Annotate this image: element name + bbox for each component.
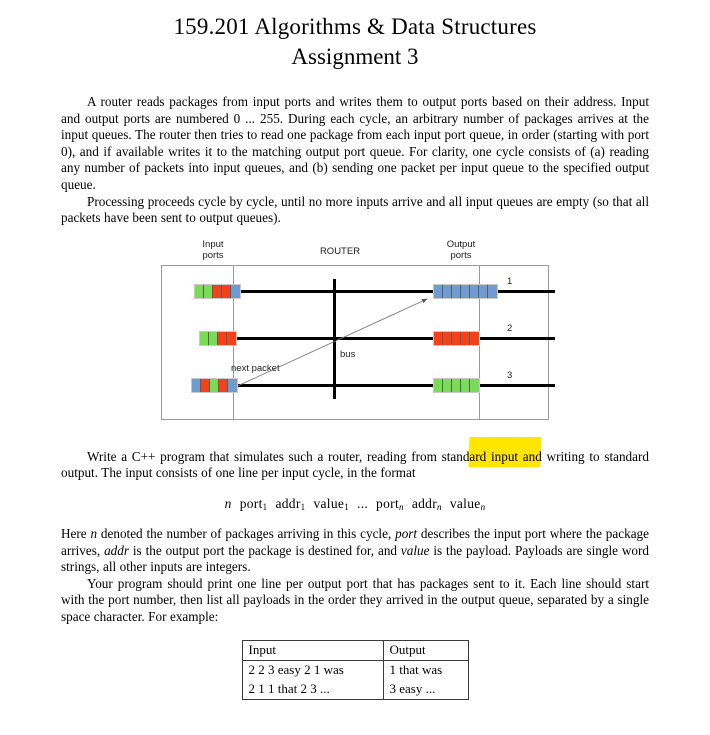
next-packet-label: next packet — [231, 362, 280, 374]
document-title: 159.201 Algorithms & Data Structures Ass… — [0, 0, 710, 72]
output-queue-1 — [433, 283, 498, 299]
output-packet-cell-green — [461, 378, 470, 392]
output-packet-cell-red — [452, 331, 461, 345]
output-packet-cell-green — [452, 378, 461, 392]
external-line-2 — [501, 336, 555, 340]
table-cell-output: 1 that was — [382, 660, 469, 680]
external-line-3 — [501, 383, 555, 387]
def-text-pre: Here — [61, 525, 91, 541]
table-header-output: Output — [382, 639, 469, 661]
table-row: 2 1 1 that 2 3 ... 3 easy ... — [241, 679, 469, 700]
output-packet-cell-red — [443, 331, 452, 345]
figure-label-output-line2: ports — [450, 249, 472, 261]
output-packet-cell-blue — [488, 284, 497, 298]
body-column: A router reads packages from input ports… — [61, 94, 649, 700]
router-diagram: Input ports ROUTER Output ports bus next… — [155, 237, 555, 427]
def-text-c: is the output port the package is destin… — [129, 542, 401, 558]
output-packet-cell-blue — [452, 284, 461, 298]
paragraph-write-program: Write a C++ program that simulates such … — [61, 448, 649, 481]
output-queue-3 — [433, 377, 480, 393]
output-packet-cell-blue — [434, 284, 443, 298]
def-var-value: value — [400, 542, 430, 558]
paragraph-definitions: Here n denoted the number of packages ar… — [61, 526, 649, 576]
output-packet-cell-blue — [461, 284, 470, 298]
output-packet-cell-green — [470, 378, 479, 392]
figure-label-input-ports: Input ports — [185, 239, 241, 261]
input-packet-cell-red — [218, 331, 227, 345]
table-header-input: Input — [241, 639, 384, 661]
figure-label-input-line2: ports — [202, 249, 224, 261]
input-packet-cell-blue — [231, 284, 240, 298]
figure-label-output-ports: Output ports — [433, 239, 489, 261]
yellow-highlight-annotation — [468, 437, 542, 467]
formula-value-1: value1 — [313, 495, 350, 512]
input-packet-cell-green — [210, 378, 219, 392]
paragraph-output-format: Your program should print one line per o… — [61, 575, 649, 624]
input-queue-3 — [191, 377, 238, 393]
output-packet-cell-green — [434, 378, 443, 392]
figure-label-router: ROUTER — [319, 245, 361, 257]
table-row: 2 2 3 easy 2 1 was 1 that was — [241, 660, 469, 680]
paragraph-processing: Processing proceeds cycle by cycle, unti… — [61, 193, 649, 226]
formula-addr-1: addr1 — [275, 495, 306, 512]
external-line-1 — [501, 289, 555, 293]
formula-ellipsis: ... — [357, 495, 369, 511]
output-stub-line-1 — [498, 289, 501, 293]
input-packet-cell-green — [200, 331, 209, 345]
output-packet-cell-blue — [470, 284, 479, 298]
output-packet-cell-blue — [479, 284, 488, 298]
output-port-number-1: 1 — [507, 275, 513, 287]
table-cell-input: 2 2 3 easy 2 1 was — [241, 660, 384, 680]
input-packet-cell-green — [209, 331, 218, 345]
table-header-row: Input Output — [241, 639, 469, 661]
bus-label: bus — [340, 348, 356, 360]
output-port-number-2: 2 — [507, 322, 513, 334]
def-var-port: port — [395, 525, 418, 541]
input-format-formula: n port1 addr1 value1... portn addrn valuen — [61, 496, 649, 512]
def-var-addr: addr — [104, 542, 129, 558]
formula-port-n: portn — [376, 495, 404, 512]
input-packet-cell-red — [213, 284, 222, 298]
def-text-a: denoted the number of packages arriving … — [97, 525, 396, 541]
input-packet-cell-blue — [192, 378, 201, 392]
formula-port-1: port1 — [239, 495, 268, 512]
input-queue-2 — [199, 330, 237, 346]
input-packet-cell-blue — [228, 378, 237, 392]
paragraph-intro: A router reads packages from input ports… — [61, 94, 649, 192]
bus-line — [333, 278, 336, 399]
output-packet-cell-red — [461, 331, 470, 345]
input-packet-cell-green — [204, 284, 213, 298]
input-packet-cell-red — [227, 331, 236, 345]
formula-addr-n: addrn — [411, 495, 442, 512]
output-packet-cell-red — [434, 331, 443, 345]
output-packet-cell-blue — [443, 284, 452, 298]
input-packet-cell-red — [222, 284, 231, 298]
input-packet-cell-red — [201, 378, 210, 392]
figure-label-output-line1: Output — [446, 238, 476, 250]
input-packet-cell-green — [195, 284, 204, 298]
output-queue-2 — [433, 330, 480, 346]
input-queue-1 — [194, 283, 241, 299]
figure-label-input-line1: Input — [202, 238, 224, 250]
output-port-number-3: 3 — [507, 369, 513, 381]
title-line-1: 159.201 Algorithms & Data Structures — [173, 14, 537, 39]
output-packet-cell-red — [470, 331, 479, 345]
example-table: Input Output 2 2 3 easy 2 1 was 1 that w… — [241, 639, 469, 700]
table-cell-output: 3 easy ... — [382, 679, 469, 700]
title-line-2: Assignment 3 — [291, 44, 419, 69]
table-cell-input: 2 1 1 that 2 3 ... — [241, 679, 384, 700]
output-stub-line-3 — [480, 383, 501, 387]
document-page: 159.201 Algorithms & Data Structures Ass… — [0, 0, 710, 735]
example-table-body: Input Output 2 2 3 easy 2 1 was 1 that w… — [241, 639, 469, 700]
formula-n: n — [224, 495, 232, 511]
input-packet-cell-red — [219, 378, 228, 392]
example-table-wrapper: Input Output 2 2 3 easy 2 1 was 1 that w… — [61, 639, 649, 700]
output-packet-cell-green — [443, 378, 452, 392]
output-stub-line-2 — [480, 336, 501, 340]
formula-value-n: valuen — [449, 495, 486, 512]
